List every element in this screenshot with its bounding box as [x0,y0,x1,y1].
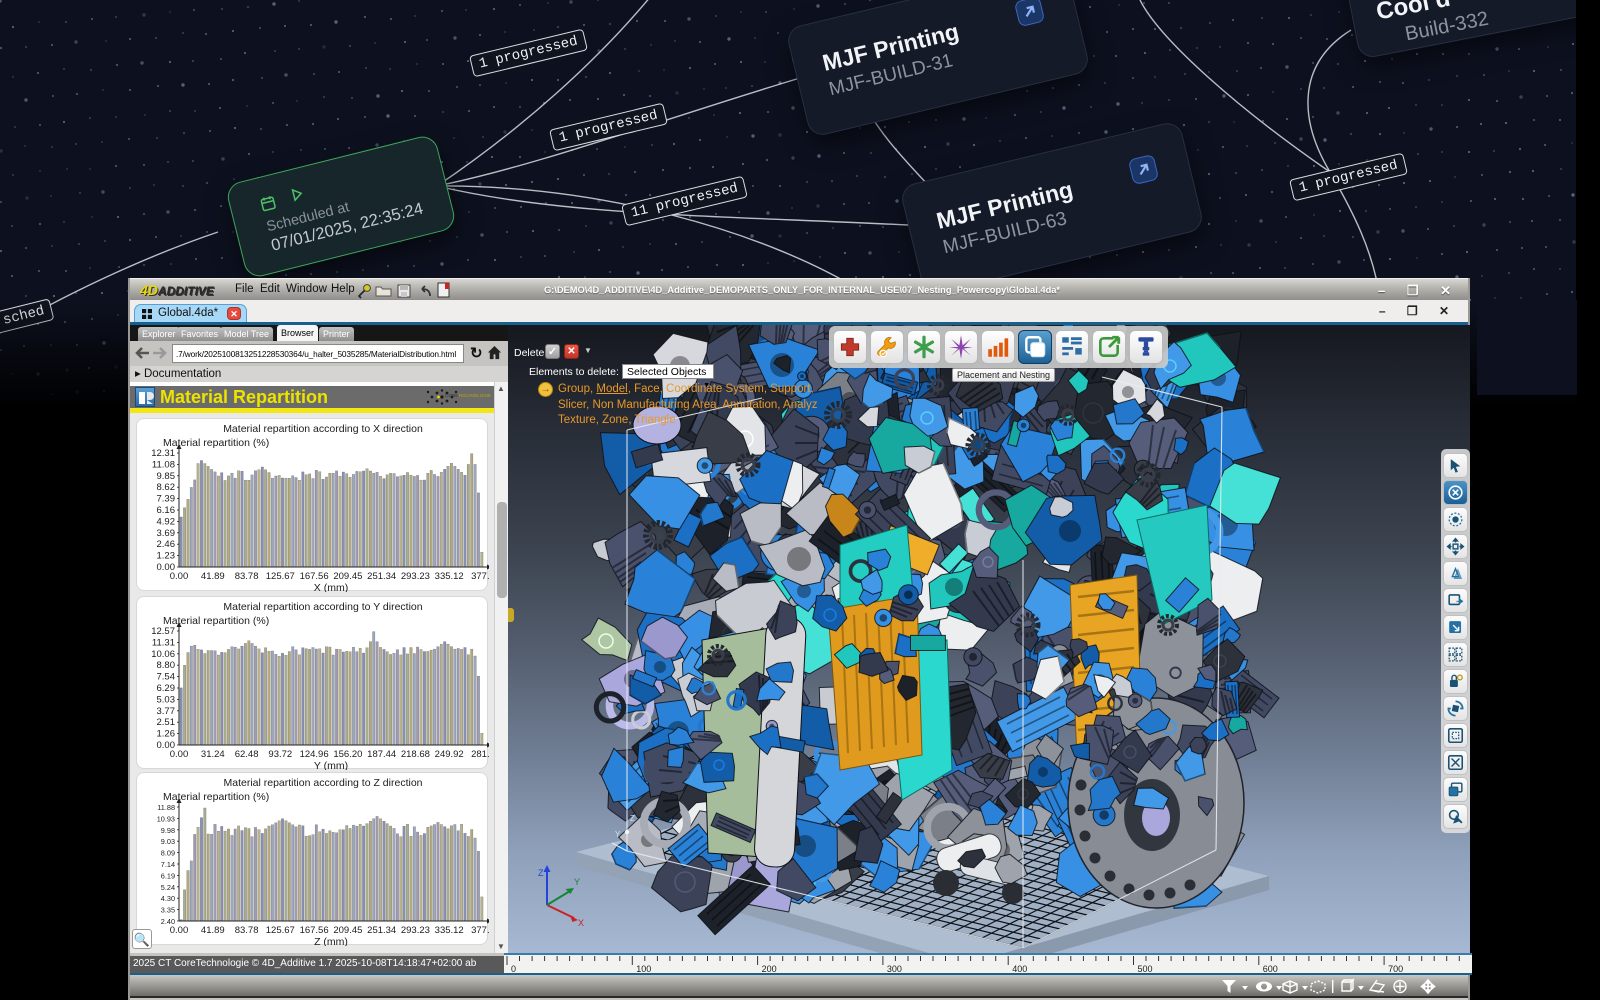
svg-text:X: X [578,918,584,928]
svg-text:62.48: 62.48 [235,749,259,760]
svg-text:377.0: 377.0 [471,571,489,582]
svg-text:4.92: 4.92 [157,516,176,527]
svg-text:10.93: 10.93 [157,814,175,823]
svg-text:3.69: 3.69 [157,528,176,539]
svg-text:156.20: 156.20 [333,749,362,760]
svg-text:8.09: 8.09 [161,849,175,858]
svg-text:4.30: 4.30 [161,894,175,903]
svg-text:Y (mm): Y (mm) [314,760,348,770]
svg-text:400: 400 [1012,964,1027,974]
svg-text:Z (mm): Z (mm) [314,936,348,946]
svg-text:1.23: 1.23 [157,551,176,562]
svg-text:10.06: 10.06 [151,649,175,660]
svg-text:11.08: 11.08 [152,459,175,470]
svg-text:2.46: 2.46 [157,539,176,550]
svg-text:0.00: 0.00 [170,749,189,760]
svg-text:31.24: 31.24 [201,749,225,760]
svg-text:251.34: 251.34 [367,925,396,936]
svg-text:187.44: 187.44 [367,749,396,760]
svg-text:167.56: 167.56 [300,925,329,936]
svg-text:218.68: 218.68 [401,749,430,760]
svg-text:8.62: 8.62 [157,482,176,493]
svg-text:100: 100 [636,964,651,974]
svg-text:7.39: 7.39 [157,494,176,505]
svg-text:377.0: 377.0 [471,925,489,936]
svg-text:335.12: 335.12 [435,925,464,936]
svg-text:41.89: 41.89 [201,571,225,582]
svg-text:11.31: 11.31 [152,637,175,648]
svg-text:300: 300 [887,964,902,974]
svg-text:Z: Z [538,868,544,878]
svg-text:9.03: 9.03 [161,837,175,846]
svg-text:Material repartition according: Material repartition according to Z dire… [223,777,422,789]
svg-text:Y: Y [615,830,621,839]
svg-text:251.34: 251.34 [367,571,396,582]
svg-text:0.00: 0.00 [170,925,189,936]
svg-text:12.31: 12.31 [151,448,175,459]
svg-text:83.78: 83.78 [235,571,259,582]
svg-text:5.03: 5.03 [157,694,176,705]
svg-text:3.35: 3.35 [161,906,175,915]
svg-text:500: 500 [1138,964,1153,974]
svg-text:2.51: 2.51 [157,717,176,728]
svg-text:125.67: 125.67 [266,925,295,936]
svg-text:6.16: 6.16 [157,505,176,516]
svg-text:9.98: 9.98 [161,826,175,835]
svg-text:209.45: 209.45 [333,925,362,936]
svg-text:Z: Z [630,814,635,823]
svg-text:600: 600 [1263,964,1278,974]
svg-text:93.72: 93.72 [268,749,292,760]
svg-text:0: 0 [511,964,516,974]
svg-text:5.24: 5.24 [161,883,175,892]
svg-text:Material repartition according: Material repartition according to X dire… [223,423,423,435]
svg-text:293.23: 293.23 [401,925,430,936]
svg-text:124.96: 124.96 [300,749,329,760]
svg-text:167.56: 167.56 [300,571,329,582]
svg-text:200: 200 [762,964,777,974]
svg-text:9.85: 9.85 [157,471,176,482]
svg-text:12.57: 12.57 [151,626,175,637]
svg-text:6.29: 6.29 [157,683,176,694]
svg-text:335.12: 335.12 [435,571,464,582]
svg-text:6.19: 6.19 [161,871,175,880]
svg-text:X (mm): X (mm) [314,582,348,592]
svg-text:11.88: 11.88 [157,803,175,812]
svg-text:281.1: 281.1 [471,749,489,760]
svg-text:700: 700 [1388,964,1403,974]
svg-text:Material repartition according: Material repartition according to Y dire… [223,601,422,613]
svg-text:41.89: 41.89 [201,925,225,936]
svg-text:8.80: 8.80 [157,660,176,671]
svg-text:209.45: 209.45 [333,571,362,582]
svg-text:249.92: 249.92 [435,749,464,760]
svg-text:7.54: 7.54 [157,672,176,683]
svg-text:125.67: 125.67 [266,571,295,582]
svg-text:3.77: 3.77 [157,706,176,717]
svg-text:0.00: 0.00 [170,571,189,582]
svg-text:1.26: 1.26 [157,729,176,740]
svg-text:293.23: 293.23 [401,571,430,582]
svg-text:83.78: 83.78 [235,925,259,936]
svg-text:Y: Y [574,877,580,887]
svg-text:7.14: 7.14 [161,860,175,869]
